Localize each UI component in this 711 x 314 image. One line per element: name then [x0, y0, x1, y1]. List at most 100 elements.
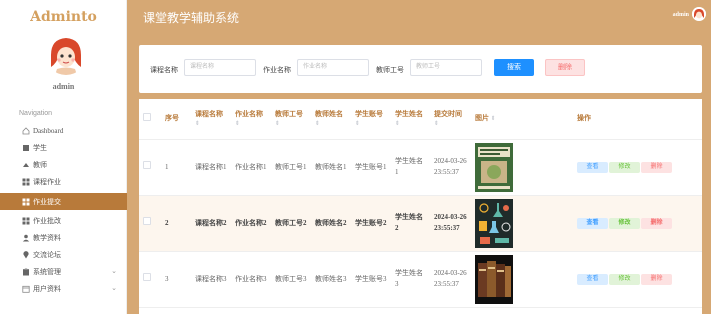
book-set-image[interactable] — [475, 254, 513, 304]
homework-name-input[interactable]: 作业名称 — [297, 59, 369, 76]
select-all-checkbox-cell[interactable] — [139, 99, 161, 140]
column-header-student-account[interactable]: 学生账号 ⇕ — [351, 99, 391, 140]
app-logo[interactable]: Adminto — [0, 9, 127, 25]
column-header-teacher-no[interactable]: 教师工号 ⇕ — [271, 99, 311, 140]
cell-image[interactable] — [471, 251, 573, 308]
sidebar-item-system-management[interactable]: 系统管理 ⌄ — [0, 263, 127, 280]
header-avatar[interactable] — [692, 7, 706, 21]
column-header-index: 序号 — [161, 99, 191, 140]
column-header-teacher-name[interactable]: 教师姓名 ⇕ — [311, 99, 351, 140]
chevron-down-icon: ⌄ — [111, 284, 117, 292]
column-header-image[interactable]: 图片 ⇕ — [471, 99, 573, 140]
row-checkbox[interactable] — [143, 161, 151, 169]
cell-submit-time: 2024-03-26 23:55:37 — [430, 251, 471, 308]
cell-teacher-no: 教师工号1 — [271, 139, 311, 196]
cell-submit-time: 2024-03-26 23:55:37 — [430, 195, 471, 252]
edit-button[interactable]: 修改 — [609, 162, 640, 173]
sort-icon[interactable]: ⇕ — [434, 120, 467, 128]
grid-icon — [22, 178, 30, 186]
homework-submission-table: 序号 课程名称 ⇕ 作业名称 ⇕ 教师工号 ⇕ 教师姓名 ⇕ 学生账号 ⇕ 学生姓名 ⇕ 提… — [139, 99, 702, 308]
search-bar: 课程名称 课程名称 作业名称 作业名称 教师工号 教师工号 搜索 删除 — [139, 45, 702, 93]
row-checkbox[interactable] — [143, 273, 151, 281]
book-cover-image[interactable] — [475, 142, 513, 192]
column-header-course[interactable]: 课程名称 ⇕ — [191, 99, 231, 140]
column-header-homework[interactable]: 作业名称 ⇕ — [231, 99, 271, 140]
clipboard-icon — [22, 267, 30, 276]
delete-button[interactable]: 删除 — [641, 218, 672, 229]
cell-student-account: 学生账号3 — [351, 251, 391, 308]
sidebar-item-label: 作业批改 — [33, 216, 61, 225]
search-button[interactable]: 搜索 — [494, 59, 534, 76]
chevron-down-icon: ⌄ — [111, 267, 117, 275]
calendar-icon — [22, 285, 30, 293]
grid-icon — [22, 198, 30, 206]
sort-icon[interactable]: ⇕ — [235, 120, 267, 128]
header-username[interactable]: admin — [673, 12, 689, 18]
sidebar-item-homework-submit[interactable]: 作业提交 — [0, 193, 127, 210]
view-button[interactable]: 查看 — [577, 162, 608, 173]
row-checkbox-cell[interactable] — [139, 251, 161, 308]
cell-teacher-no: 教师工号2 — [271, 195, 311, 252]
page-title: 课堂教学辅助系统 — [143, 11, 240, 25]
sidebar-item-teaching-materials[interactable]: 教学资料 — [0, 229, 127, 246]
cell-image[interactable] — [471, 195, 573, 252]
sort-icon[interactable]: ⇕ — [275, 120, 307, 128]
edit-button[interactable]: 修改 — [609, 218, 640, 229]
homework-name-label: 作业名称 — [263, 66, 291, 74]
course-name-label: 课程名称 — [150, 66, 178, 74]
row-checkbox-cell[interactable] — [139, 139, 161, 196]
table-row: 1 课程名称1 作业名称1 教师工号1 教师姓名1 学生账号1 学生姓名1 20… — [139, 139, 702, 196]
sidebar-item-forum[interactable]: 交流论坛 — [0, 246, 127, 263]
view-button[interactable]: 查看 — [577, 218, 608, 229]
select-all-checkbox[interactable] — [143, 112, 151, 121]
sidebar-item-teacher[interactable]: 教师 — [0, 156, 127, 173]
sort-icon[interactable]: ⇕ — [355, 120, 387, 128]
view-button[interactable]: 查看 — [577, 274, 608, 285]
teacher-no-label: 教师工号 — [376, 66, 404, 74]
grid-icon — [22, 217, 30, 225]
course-name-input[interactable]: 课程名称 — [184, 59, 256, 76]
column-header-submit-time[interactable]: 提交时间 ⇕ — [430, 99, 471, 140]
cell-course: 课程名称3 — [191, 251, 231, 308]
cell-index: 3 — [161, 251, 191, 308]
cell-teacher-name: 教师姓名3 — [311, 251, 351, 308]
sort-icon[interactable]: ⇕ — [195, 120, 227, 128]
sidebar-item-user-profile[interactable]: 用户资料 ⌄ — [0, 280, 127, 297]
cell-image[interactable] — [471, 139, 573, 196]
table-row: 3 课程名称3 作业名称3 教师工号3 教师姓名3 学生账号3 学生姓名3 20… — [139, 251, 702, 308]
cell-index: 1 — [161, 139, 191, 196]
avatar[interactable] — [45, 33, 87, 75]
main-content: 课程名称 课程名称 作业名称 作业名称 教师工号 教师工号 搜索 删除 序号 课… — [127, 36, 711, 314]
cell-student-account: 学生账号1 — [351, 139, 391, 196]
nav-section-title: Navigation — [19, 110, 53, 117]
sidebar-item-label: 作业提交 — [33, 197, 61, 206]
column-header-student-name[interactable]: 学生姓名 ⇕ — [391, 99, 430, 140]
top-header: 课堂教学辅助系统 admin — [127, 0, 711, 36]
cell-student-name: 学生姓名3 — [391, 251, 430, 308]
cell-student-name: 学生姓名2 — [391, 195, 430, 252]
table-header-row: 序号 课程名称 ⇕ 作业名称 ⇕ 教师工号 ⇕ 教师姓名 ⇕ 学生账号 ⇕ 学生姓名 ⇕ 提… — [139, 99, 702, 140]
home-icon — [22, 126, 30, 135]
cell-actions: 查看 修改 删除 — [573, 251, 702, 308]
teacher-no-input[interactable]: 教师工号 — [410, 59, 482, 76]
cell-homework: 作业名称1 — [231, 139, 271, 196]
science-icons-image[interactable] — [475, 198, 513, 248]
sort-icon[interactable]: ⇕ — [491, 116, 496, 122]
sidebar-item-label: 学生 — [33, 143, 47, 152]
row-checkbox-cell[interactable] — [139, 195, 161, 252]
sidebar-item-dashboard[interactable]: Dashboard — [0, 122, 127, 139]
sidebar-item-student[interactable]: 学生 — [0, 139, 127, 156]
sidebar-item-homework-grading[interactable]: 作业批改 — [0, 212, 127, 229]
edit-button[interactable]: 修改 — [609, 274, 640, 285]
cell-homework: 作业名称3 — [231, 251, 271, 308]
batch-delete-button[interactable]: 删除 — [545, 59, 585, 76]
sort-icon[interactable]: ⇕ — [395, 120, 426, 128]
delete-button[interactable]: 删除 — [641, 162, 672, 173]
row-checkbox[interactable] — [143, 217, 151, 225]
sidebar-item-label: 交流论坛 — [33, 250, 61, 259]
delete-button[interactable]: 删除 — [641, 274, 672, 285]
sort-icon[interactable]: ⇕ — [315, 120, 347, 128]
cell-teacher-name: 教师姓名2 — [311, 195, 351, 252]
sidebar-item-course-homework[interactable]: 课程作业 — [0, 173, 127, 190]
cell-homework: 作业名称2 — [231, 195, 271, 252]
